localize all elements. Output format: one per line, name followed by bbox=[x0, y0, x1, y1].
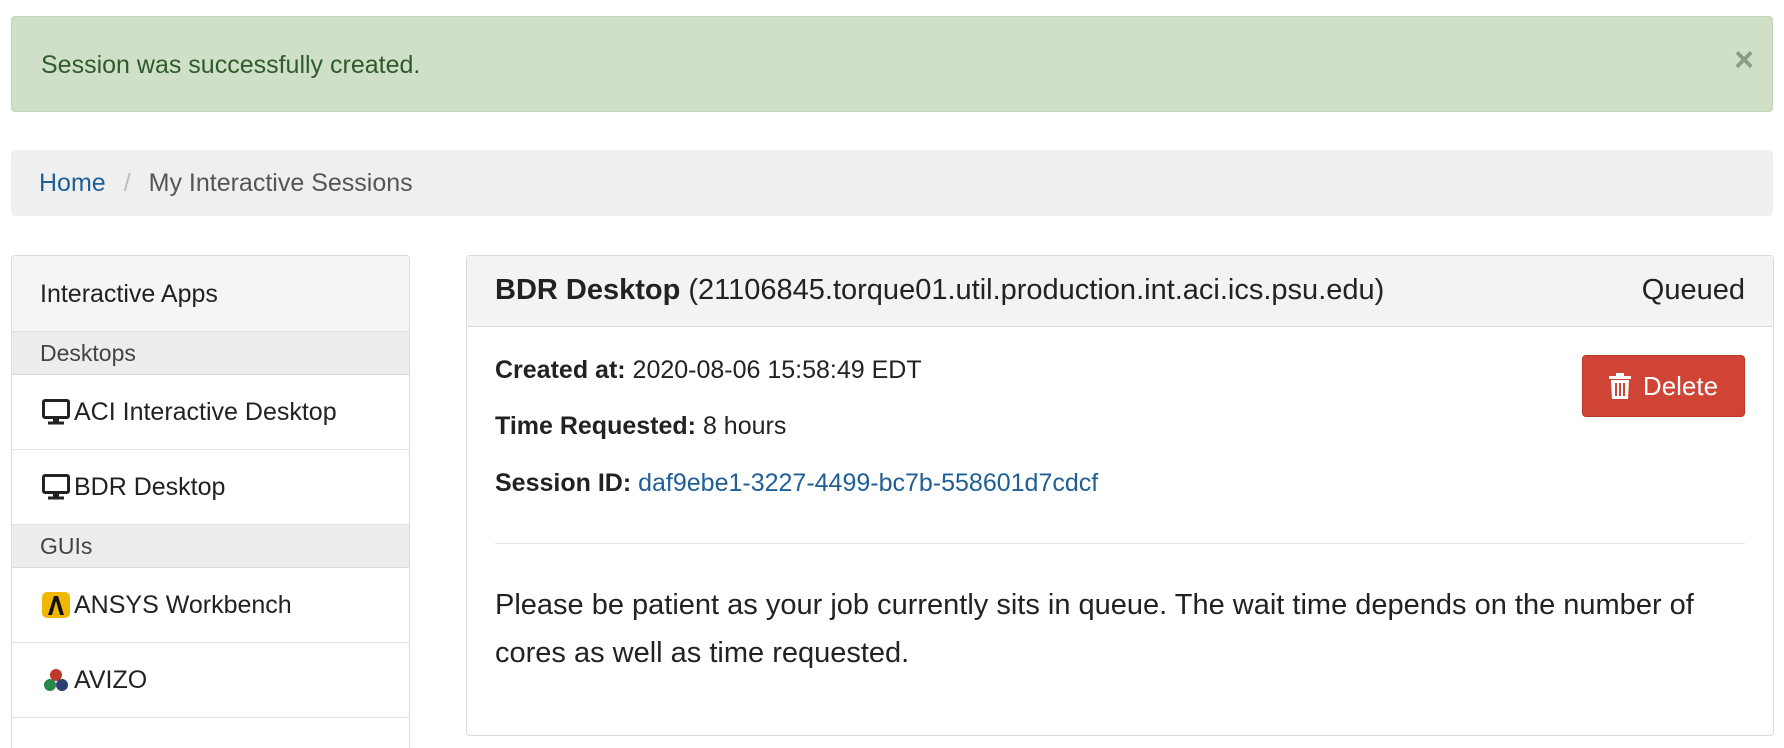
breadcrumb-home-link[interactable]: Home bbox=[39, 169, 106, 198]
sidebar-heading: Interactive Apps bbox=[12, 256, 409, 332]
created-at-label: Created at: bbox=[495, 356, 626, 384]
sidebar-item-ansys-workbench[interactable]: ANSYS Workbench bbox=[12, 568, 409, 643]
sidebar-item-label: AVIZO bbox=[74, 665, 148, 694]
time-requested-row: Time Requested: 8 hours bbox=[495, 412, 786, 441]
alert-message: Session was successfully created. bbox=[41, 51, 421, 79]
session-id-link[interactable]: daf9ebe1-3227-4499-bc7b-558601d7cdcf bbox=[638, 469, 1098, 497]
monitor-icon bbox=[40, 473, 72, 501]
sidebar-section-guis: GUIs bbox=[12, 525, 409, 568]
time-requested-value: 8 hours bbox=[702, 412, 787, 440]
queue-message: Please be patient as your job currently … bbox=[495, 589, 1694, 669]
sidebar-item-avizo[interactable]: AVIZO bbox=[12, 643, 409, 718]
delete-button[interactable]: Delete bbox=[1582, 355, 1745, 417]
breadcrumb-separator: / bbox=[123, 168, 131, 197]
time-requested-label: Time Requested: bbox=[495, 412, 696, 440]
sidebar-item-bdr-desktop[interactable]: BDR Desktop bbox=[12, 450, 409, 525]
avizo-logo-icon bbox=[40, 666, 72, 694]
session-id-row: Session ID: daf9ebe1-3227-4499-bc7b-5586… bbox=[495, 469, 1098, 498]
divider bbox=[495, 543, 1745, 544]
close-icon[interactable]: × bbox=[1734, 43, 1754, 77]
session-card: BDR Desktop (21106845.torque01.util.prod… bbox=[466, 255, 1774, 736]
breadcrumb-current: My Interactive Sessions bbox=[148, 168, 413, 197]
delete-label: Delete bbox=[1642, 370, 1719, 401]
session-status-badge: Queued bbox=[1641, 274, 1745, 306]
session-title: BDR Desktop (21106845.torque01.util.prod… bbox=[495, 274, 1384, 307]
sidebar-section-desktops: Desktops bbox=[12, 332, 409, 375]
sidebar-item-label: ACI Interactive Desktop bbox=[74, 397, 337, 426]
monitor-icon bbox=[40, 398, 72, 426]
ansys-logo-icon bbox=[40, 591, 72, 619]
created-at-row: Created at: 2020-08-06 15:58:49 EDT bbox=[495, 356, 922, 385]
session-card-header: BDR Desktop (21106845.torque01.util.prod… bbox=[467, 256, 1773, 327]
sidebar-item-label: BDR Desktop bbox=[74, 472, 226, 501]
session-job-id: (21106845.torque01.util.production.int.a… bbox=[688, 274, 1385, 306]
created-at-value: 2020-08-06 15:58:49 EDT bbox=[632, 356, 922, 384]
session-app-name: BDR Desktop bbox=[495, 274, 681, 306]
breadcrumb: Home / My Interactive Sessions bbox=[11, 150, 1773, 216]
trash-icon bbox=[1608, 373, 1631, 399]
interactive-apps-sidebar: Interactive Apps Desktops ACI Interactiv… bbox=[11, 255, 410, 748]
success-alert: Session was successfully created. × bbox=[11, 16, 1773, 112]
sidebar-item-aci-interactive-desktop[interactable]: ACI Interactive Desktop bbox=[12, 375, 409, 450]
session-id-label: Session ID: bbox=[495, 469, 632, 497]
sidebar-item-label: ANSYS Workbench bbox=[74, 590, 292, 619]
